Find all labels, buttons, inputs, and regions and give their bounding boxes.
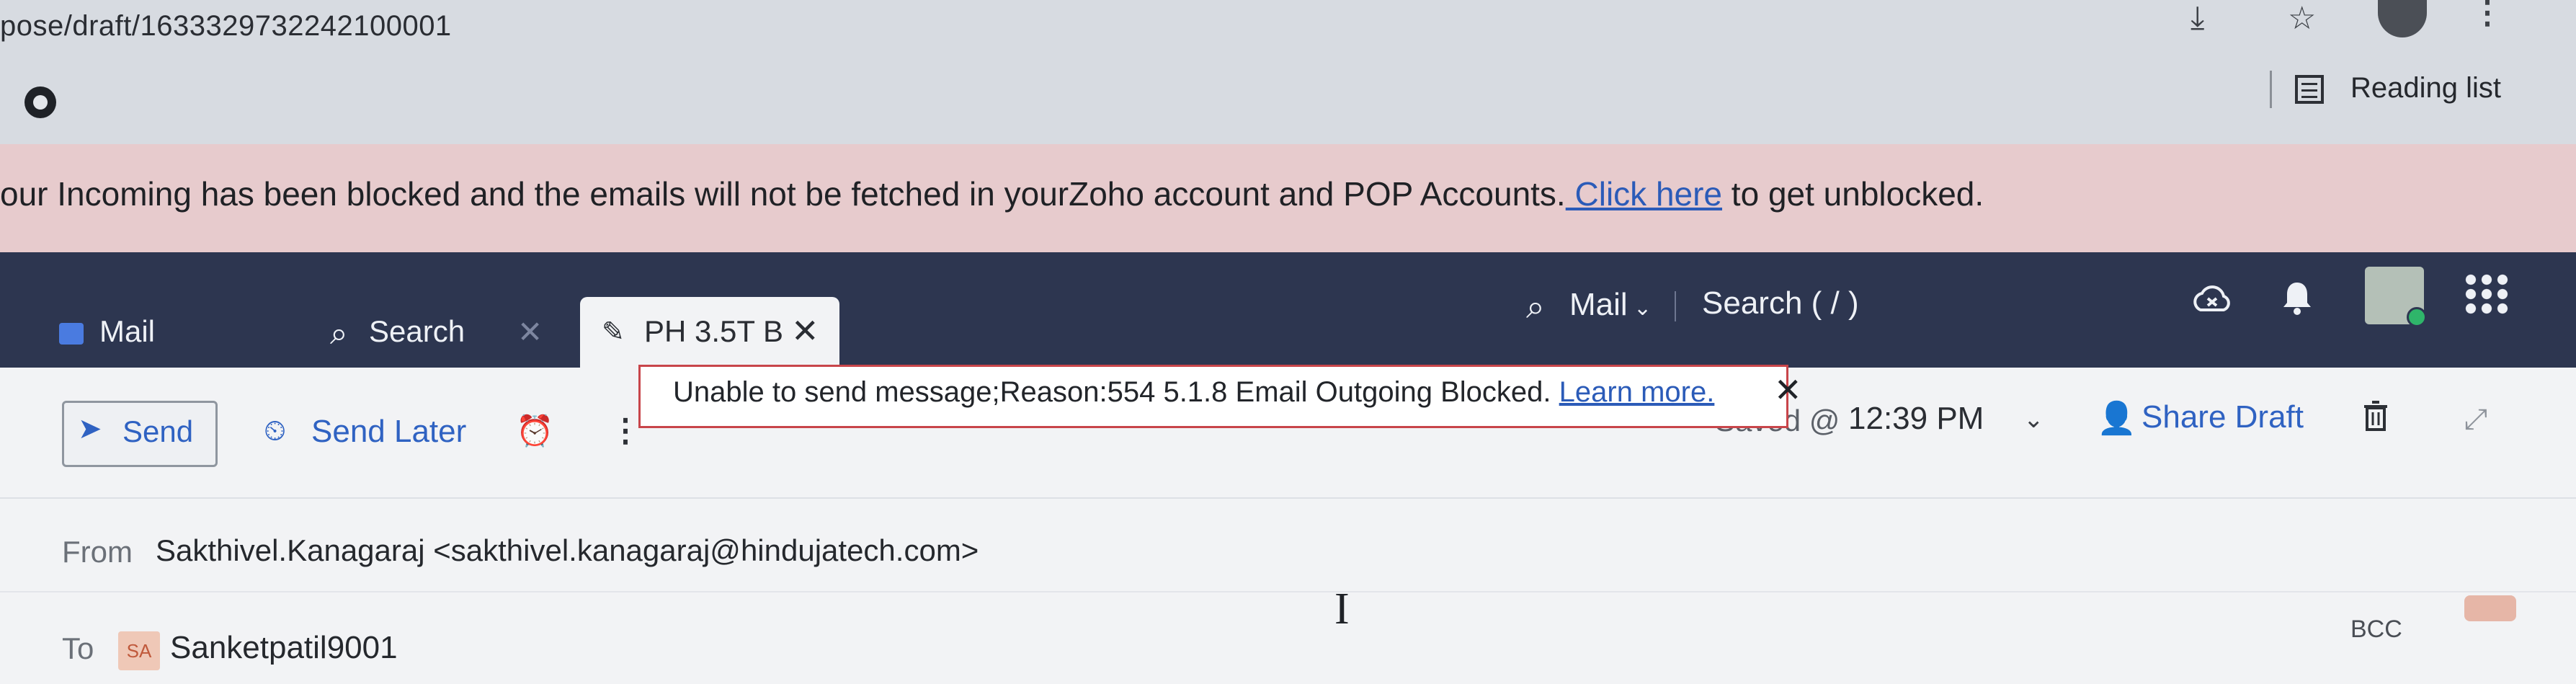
error-text: Unable to send message;Reason:554 5.1.8 … — [673, 376, 1551, 408]
bcc-button[interactable]: BCC — [2350, 616, 2402, 644]
mail-dropdown-label: Mail — [1569, 287, 1628, 322]
recipient-avatar: SA — [118, 631, 160, 670]
close-icon[interactable]: ✕ — [791, 311, 819, 350]
share-draft-button[interactable]: Share Draft — [2142, 399, 2304, 435]
divider — [0, 497, 2576, 499]
reading-list-icon[interactable] — [2295, 75, 2324, 104]
text-cursor-icon: I — [1334, 585, 1350, 634]
search-input[interactable]: Search ( / ) — [1702, 285, 1859, 321]
warning-text-end: to get unblocked. — [1722, 175, 1984, 213]
saved-time: 12:39 PM — [1848, 401, 1984, 436]
extension-icon[interactable] — [24, 86, 56, 118]
mail-dropdown[interactable]: Mail ⌄ — [1569, 287, 1652, 323]
divider — [0, 591, 2576, 592]
share-user-icon[interactable]: 👤 — [2097, 399, 2136, 437]
toolbar-divider — [2270, 71, 2272, 108]
header-divider — [1675, 291, 1676, 321]
from-label: From — [62, 535, 133, 569]
tab-mail[interactable]: Mail — [99, 314, 155, 349]
chevron-down-icon[interactable]: ⌄ — [2023, 405, 2044, 434]
search-icon: ⌕ — [330, 316, 348, 351]
tab-search[interactable]: Search — [369, 314, 465, 349]
send-label[interactable]: Send — [122, 414, 193, 449]
cloud-sync-icon[interactable] — [2191, 283, 2234, 316]
more-options-icon[interactable]: ⋮ — [610, 412, 641, 449]
address-bar[interactable]: pose/draft/1633329732242100001 — [0, 10, 452, 43]
avatar[interactable] — [2365, 267, 2427, 327]
pencil-icon: ✎ — [602, 317, 625, 347]
close-icon[interactable]: ✕ — [517, 314, 543, 350]
from-field[interactable]: Sakthivel.Kanagaraj <sakthivel.kanagaraj… — [156, 533, 979, 568]
star-icon[interactable]: ☆ — [2288, 0, 2316, 37]
learn-more-link[interactable]: Learn more. — [1559, 376, 1715, 408]
send-later-button[interactable]: Send Later — [311, 414, 466, 450]
menu-icon[interactable]: ⋮ — [2472, 0, 2503, 31]
bell-icon[interactable] — [2281, 280, 2313, 316]
compose-tab-label[interactable]: PH 3.5T B — [644, 314, 783, 349]
alarm-icon[interactable]: ⏰ — [516, 414, 553, 449]
send-icon: ➤ — [78, 413, 102, 445]
clock-icon: ⏲ — [264, 415, 287, 447]
search-icon: ⌕ — [1526, 288, 1545, 325]
reading-list-button[interactable]: Reading list — [2350, 72, 2501, 105]
expand-icon[interactable]: ⤢ — [2464, 404, 2487, 436]
to-label: To — [62, 631, 94, 665]
close-icon[interactable]: ✕ — [1774, 370, 1802, 409]
apps-grid-icon[interactable] — [2463, 272, 2509, 316]
warning-message: our Incoming has been blocked and the em… — [0, 174, 1984, 213]
mail-icon — [59, 323, 84, 345]
recipient-chip[interactable]: Sanketpatil9001 — [170, 630, 398, 666]
contact-icon[interactable] — [2464, 595, 2516, 621]
app-header — [0, 252, 2576, 368]
error-message: Unable to send message;Reason:554 5.1.8 … — [673, 376, 1714, 409]
chevron-down-icon: ⌄ — [1627, 296, 1652, 320]
unblock-link[interactable]: Click here — [1566, 175, 1722, 213]
warning-text: our Incoming has been blocked and the em… — [0, 175, 1566, 213]
install-icon[interactable]: ⤓ — [2191, 0, 2204, 36]
trash-icon[interactable] — [2363, 401, 2388, 432]
